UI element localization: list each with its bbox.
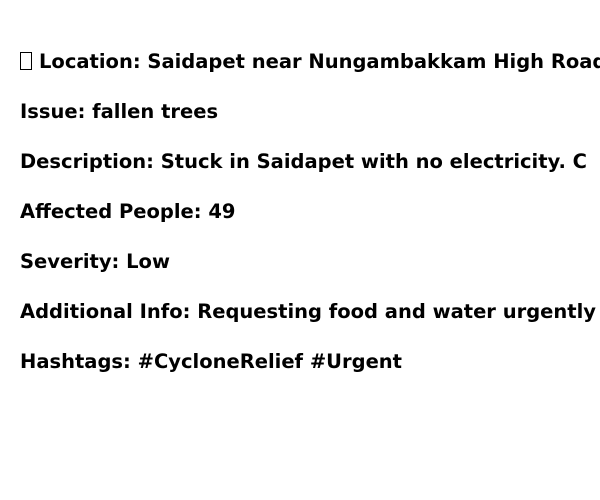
location-text: Location: Saidapet near Nungambakkam Hig… xyxy=(39,50,600,73)
issue-line: Issue: fallen trees xyxy=(20,100,219,123)
hashtags-line: Hashtags: #CycloneRelief #Urgent xyxy=(20,350,402,373)
location-line: Location: Saidapet near Nungambakkam Hig… xyxy=(20,48,600,98)
severity-line: Severity: Low xyxy=(20,250,170,273)
affected-people-line: Affected People: 49 xyxy=(20,200,236,223)
disaster-report: Location: Saidapet near Nungambakkam Hig… xyxy=(20,48,600,398)
map-pin-icon xyxy=(20,52,32,70)
additional-info-line: Additional Info: Requesting food and wat… xyxy=(20,300,596,323)
description-line: Description: Stuck in Saidapet with no e… xyxy=(20,150,587,173)
